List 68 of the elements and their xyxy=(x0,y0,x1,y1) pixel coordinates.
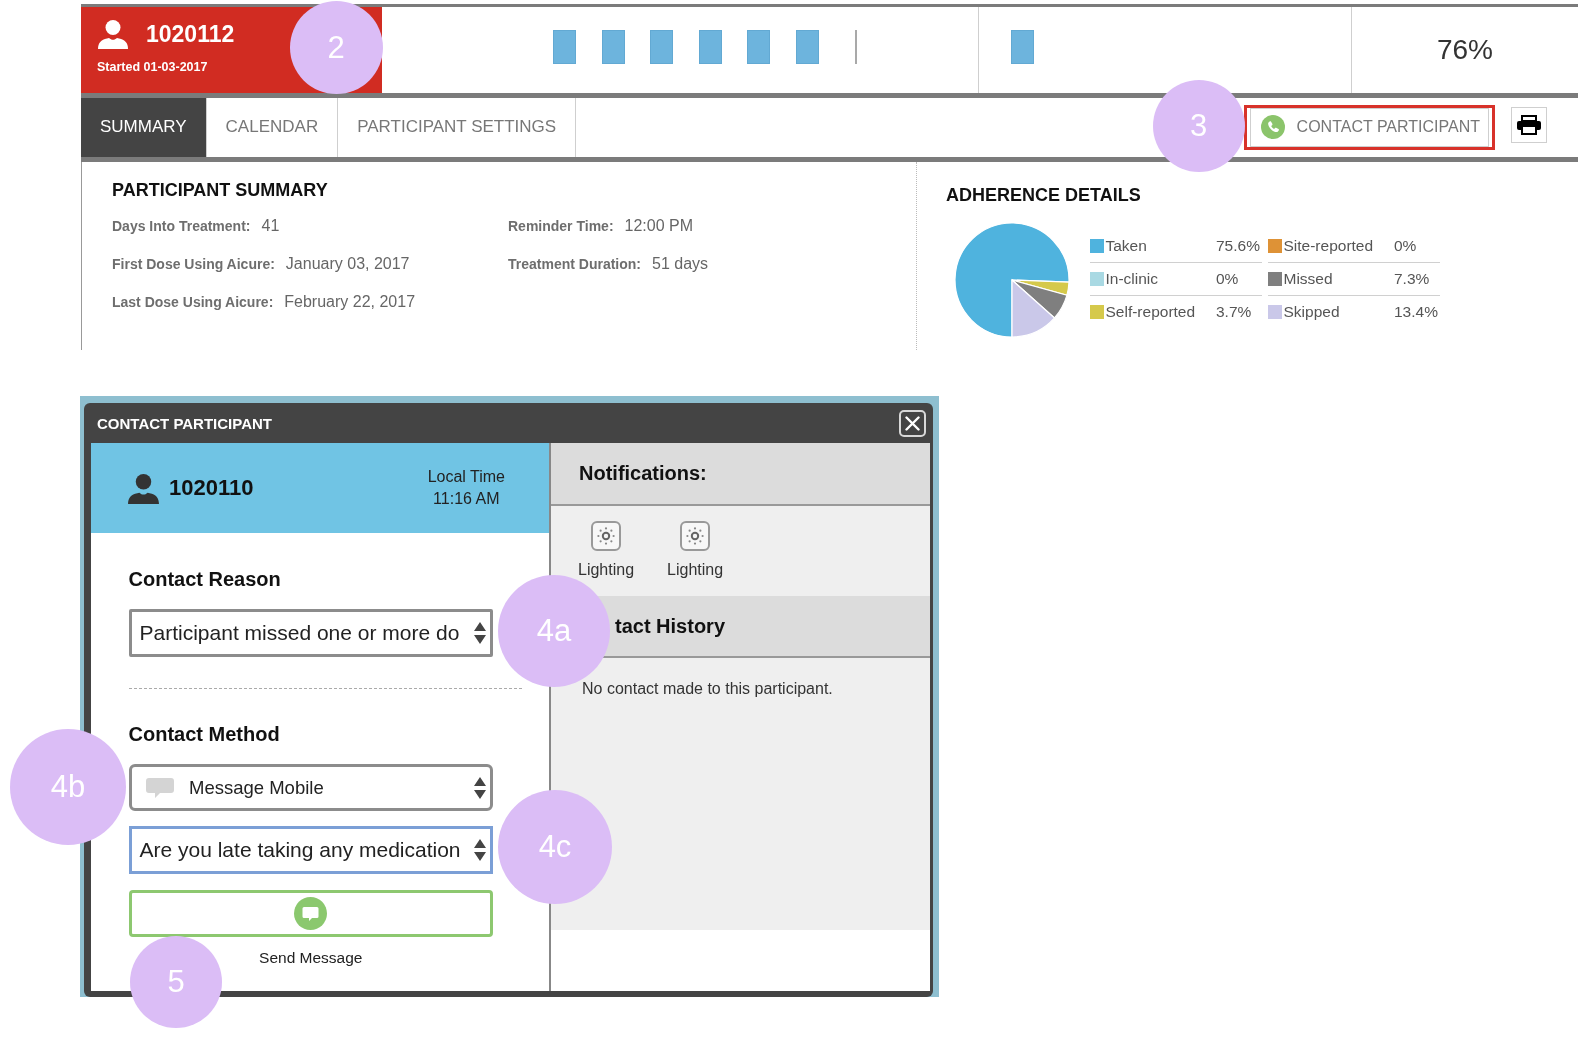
legend-label: Self-reported xyxy=(1105,302,1196,321)
field-label: Days Into Treatment: xyxy=(112,216,251,236)
start-date: Started 01-03-2017 xyxy=(97,60,208,75)
legend-value: 0% xyxy=(1216,269,1239,288)
send-message-caption: Send Message xyxy=(259,949,363,966)
participant-id: 1020110 xyxy=(169,475,254,501)
participant-id: 1020112 xyxy=(146,20,235,48)
square-marker-icon xyxy=(795,29,819,64)
adherence-percent: 76% xyxy=(1436,33,1493,66)
message-select[interactable]: Are you late taking any medication xyxy=(128,826,493,874)
speech-bubble-icon xyxy=(146,777,174,798)
speech-bubble-icon xyxy=(294,897,328,930)
close-icon xyxy=(905,415,920,431)
square-marker-icon xyxy=(698,29,722,64)
section-heading: Contact Method xyxy=(128,723,280,745)
updown-arrows-icon xyxy=(474,839,486,861)
legend-label: Site-reported xyxy=(1283,237,1374,256)
contact-participant-button[interactable]: CONTACT PARTICIPANT xyxy=(1249,107,1489,147)
callout-number: 4b xyxy=(10,728,126,845)
legend-label: In-clinic xyxy=(1105,269,1159,288)
square-marker-icon xyxy=(553,29,576,64)
field-label: Treatment Duration: xyxy=(508,254,641,274)
callout-number: 3 xyxy=(1152,79,1245,172)
printer-icon xyxy=(1517,115,1541,135)
contact-method-select[interactable]: Message Mobile xyxy=(128,764,493,811)
field-value: February 22, 2017 xyxy=(284,291,416,312)
line-marker-icon xyxy=(854,29,857,64)
notification-button[interactable]: Lighting xyxy=(667,520,724,579)
legend-value: 3.7% xyxy=(1216,302,1252,321)
section-heading: Notifications: xyxy=(579,461,707,486)
square-marker-icon xyxy=(601,29,625,64)
section-title: ADHERENCE DETAILS xyxy=(946,183,1141,206)
person-icon xyxy=(97,19,129,49)
person-icon xyxy=(127,472,160,504)
contact-reason-select[interactable]: Participant missed one or more do xyxy=(128,609,493,657)
callout-number: 5 xyxy=(130,936,222,1028)
legend-value: 75.6% xyxy=(1216,237,1260,256)
square-marker-icon xyxy=(1011,29,1034,64)
square-marker-icon xyxy=(650,29,674,64)
updown-arrows-icon xyxy=(474,622,486,644)
local-time-value: 11:16 AM xyxy=(433,489,500,509)
sun-icon xyxy=(591,520,621,551)
field-label: Reminder Time: xyxy=(508,216,614,236)
legend-value: 7.3% xyxy=(1394,269,1430,288)
square-marker-icon xyxy=(747,29,771,64)
tab[interactable]: SUMMARY xyxy=(81,97,207,157)
close-button[interactable] xyxy=(899,409,926,437)
sun-icon xyxy=(680,520,711,551)
section-heading: Contact Reason xyxy=(128,568,281,590)
field-value: 12:00 PM xyxy=(624,215,694,236)
legend-label: Taken xyxy=(1105,237,1147,256)
phone-icon xyxy=(1260,115,1285,139)
legend-value: 0% xyxy=(1394,237,1417,256)
legend-label: Missed xyxy=(1283,269,1333,288)
legend-value: 13.4% xyxy=(1394,302,1438,321)
local-time-label: Local Time xyxy=(427,467,505,487)
dialog-title: CONTACT PARTICIPANT xyxy=(97,414,272,432)
field-value: 51 days xyxy=(652,253,709,274)
section-title: PARTICIPANT SUMMARY xyxy=(112,178,328,201)
field-value: 41 xyxy=(261,215,280,236)
section-heading: tact History xyxy=(615,613,726,638)
legend-label: Skipped xyxy=(1283,302,1340,321)
print-button[interactable] xyxy=(1511,107,1547,143)
field-value: January 03, 2017 xyxy=(285,253,410,274)
field-label: Last Dose Using Aicure: xyxy=(112,292,274,312)
field-label: First Dose Using Aicure: xyxy=(112,254,275,274)
updown-arrows-icon xyxy=(474,776,486,799)
callout-number: 4c xyxy=(498,790,612,904)
